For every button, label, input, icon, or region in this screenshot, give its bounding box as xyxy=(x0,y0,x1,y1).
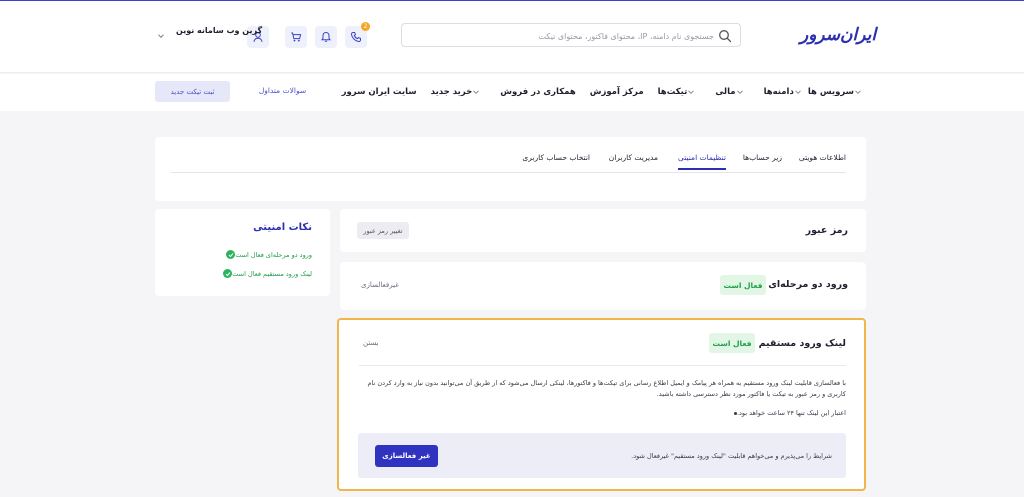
password-title: رمز عبور xyxy=(805,225,848,236)
main-nav-items: سرویس ها دامنه‌ها مالی تیکت‌ها مرکز آموزش همک… xyxy=(328,87,868,97)
bullet-dot xyxy=(733,411,737,415)
new-ticket-button[interactable]: ثبت تیکت جدید xyxy=(155,81,230,102)
nav-learning-center[interactable]: مرکز آموزش xyxy=(590,87,644,97)
search-box[interactable] xyxy=(401,23,741,47)
tab-security-settings[interactable]: تنظیمات امنیتی xyxy=(678,153,726,170)
nav-item-label: مالی xyxy=(715,87,736,97)
nav-item-label: همکاری در فروش xyxy=(500,87,576,97)
change-password-button[interactable]: تغییر رمز عبور xyxy=(357,222,409,239)
deactivate-button[interactable]: غیر فعالسازی xyxy=(375,445,438,467)
nav-services[interactable]: سرویس ها xyxy=(808,87,868,97)
nav-item-label: دامنه‌ها xyxy=(763,87,794,97)
chevron-down-icon xyxy=(855,90,861,95)
nav-iranserver-site[interactable]: سایت ایران سرور xyxy=(342,87,417,97)
security-tips-card: نکات امنیتی ورود دو مرحله‌ای فعال است لی… xyxy=(155,209,330,296)
password-card: رمز عبور تغییر رمز عبور xyxy=(340,209,866,252)
two-factor-card: ورود دو مرحله‌ای فعال است غیرفعالسازی xyxy=(340,262,866,310)
direct-link-status-badge: فعال است xyxy=(709,333,755,353)
account-tabs: اطلاعات هویتی زیر حساب‌ها تنظیمات امنیتی… xyxy=(171,153,846,173)
close-link[interactable]: بستن xyxy=(363,339,379,347)
support-call-button[interactable]: 2 xyxy=(345,22,370,48)
direct-link-title: لینک ورود مستقیم xyxy=(758,338,846,349)
chevron-down-icon xyxy=(794,90,801,95)
notification-badge: 2 xyxy=(361,22,370,31)
validity-note: اعتبار این لینک تنها ۲۴ ساعت خواهد بود. xyxy=(728,409,846,417)
account-name[interactable]: گرین وب سامانه نوین xyxy=(176,26,262,35)
tab-identity-info[interactable]: اطلاعات هویتی xyxy=(799,153,846,168)
cart-button[interactable] xyxy=(285,26,307,48)
nav-item-label: سایت ایران سرور xyxy=(341,87,417,97)
logo[interactable]: ایران‌سرور xyxy=(800,25,876,45)
main-nav: سرویس ها دامنه‌ها مالی تیکت‌ها مرکز آموزش همک… xyxy=(0,74,1024,111)
nav-new-purchase[interactable]: خرید جدید xyxy=(431,87,487,97)
tip-text: لینک ورود مستقیم فعال است xyxy=(232,269,312,278)
nav-item-label: خرید جدید xyxy=(430,87,473,97)
bell-icon xyxy=(321,31,331,42)
search-input[interactable] xyxy=(424,28,714,44)
check-circle-icon xyxy=(223,269,233,278)
tip-text: ورود دو مرحله‌ای فعال است xyxy=(235,250,312,259)
cart-icon xyxy=(291,32,302,42)
deactivate-confirm-panel: شرایط را می‌پذیرم و می‌خواهم قابلیت "لین… xyxy=(358,433,846,478)
two-factor-deactivate-link[interactable]: غیرفعالسازی xyxy=(361,281,399,289)
check-circle-icon xyxy=(226,250,236,259)
divider xyxy=(359,365,846,366)
confirm-text: شرایط را می‌پذیرم و می‌خواهم قابلیت "لین… xyxy=(631,452,832,460)
chevron-down-icon xyxy=(688,90,695,95)
notifications-button[interactable] xyxy=(315,26,337,48)
two-factor-title: ورود دو مرحله‌ای xyxy=(768,279,848,290)
validity-note-text: اعتبار این لینک تنها ۲۴ ساعت خواهد بود. xyxy=(736,409,846,417)
site-header: ایران‌سرور 2 گرین وب سامانه نوین xyxy=(0,1,1024,73)
nav-affiliate[interactable]: همکاری در فروش xyxy=(500,87,575,97)
tab-sub-accounts[interactable]: زیر حساب‌ها xyxy=(743,153,782,168)
nav-item-label: مرکز آموزش xyxy=(589,87,644,97)
chevron-down-icon[interactable] xyxy=(157,32,165,40)
two-factor-status-badge: فعال است xyxy=(720,275,766,295)
direct-link-card: لینک ورود مستقیم فعال است بستن با فعالسا… xyxy=(337,318,866,491)
tip-two-factor: ورود دو مرحله‌ای فعال است xyxy=(222,250,312,259)
security-tips-title: نکات امنیتی xyxy=(253,222,312,233)
search-icon[interactable] xyxy=(718,29,732,43)
phone-icon xyxy=(350,32,361,43)
tab-user-management[interactable]: مدیریت کاربران xyxy=(609,153,658,168)
nav-item-label: تیکت‌ها xyxy=(657,87,688,97)
tab-select-account[interactable]: انتخاب حساب کاربری xyxy=(522,153,590,168)
direct-link-description: با فعالسازی قابلیت لینک ورود مستقیم به ه… xyxy=(367,379,847,398)
nav-item-label: سرویس ها xyxy=(807,87,854,97)
nav-tickets[interactable]: تیکت‌ها xyxy=(658,87,702,97)
chevron-down-icon xyxy=(473,90,480,95)
faq-link[interactable]: سوالات متداول xyxy=(245,86,320,95)
tip-direct-link: لینک ورود مستقیم فعال است xyxy=(219,269,312,278)
nav-domains[interactable]: دامنه‌ها xyxy=(764,87,808,97)
account-tabs-card: اطلاعات هویتی زیر حساب‌ها تنظیمات امنیتی… xyxy=(155,137,866,201)
chevron-down-icon xyxy=(736,90,743,95)
nav-finance[interactable]: مالی xyxy=(715,87,749,97)
